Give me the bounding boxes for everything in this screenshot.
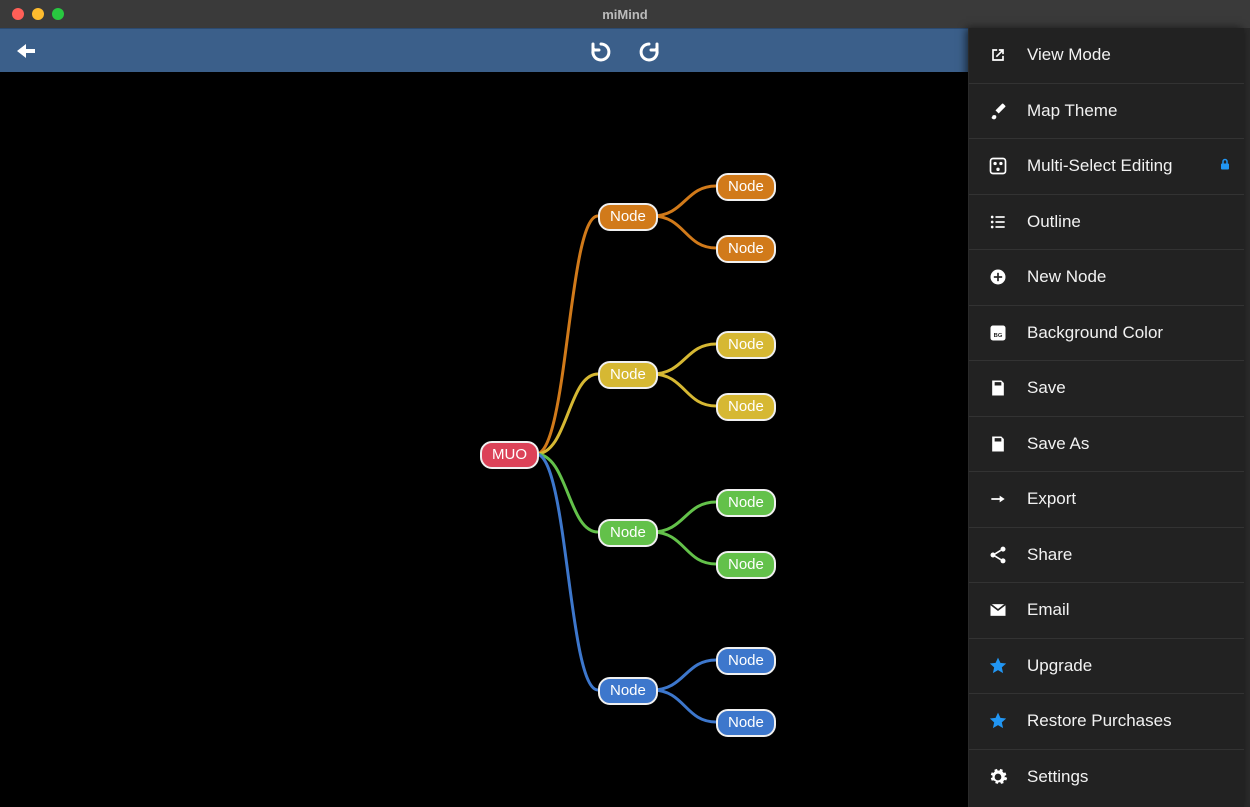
menu-item-label: Multi-Select Editing xyxy=(1027,156,1173,176)
plus-icon xyxy=(987,266,1009,288)
multi-icon xyxy=(987,155,1009,177)
window-minimize-button[interactable] xyxy=(32,8,44,20)
menu-item-settings[interactable]: Settings xyxy=(969,750,1244,806)
window-title: miMind xyxy=(0,7,1250,22)
bg-icon: BG xyxy=(987,322,1009,344)
floppy-icon xyxy=(987,433,1009,455)
leaf-node-blue-1[interactable]: Node xyxy=(716,709,776,737)
menu-item-share[interactable]: Share xyxy=(969,528,1244,584)
mail-icon xyxy=(987,599,1009,621)
branch-node-yellow[interactable]: Node xyxy=(598,361,658,389)
menu-item-label: Save As xyxy=(1027,434,1089,454)
menu-item-label: Export xyxy=(1027,489,1076,509)
branch-node-orange[interactable]: Node xyxy=(598,203,658,231)
mindmap-root-node[interactable]: MUO xyxy=(480,441,539,469)
leaf-node-orange-1[interactable]: Node xyxy=(716,235,776,263)
leaf-node-yellow-0[interactable]: Node xyxy=(716,331,776,359)
svg-text:BG: BG xyxy=(994,333,1003,339)
redo-button[interactable] xyxy=(637,39,661,63)
leaf-node-yellow-1[interactable]: Node xyxy=(716,393,776,421)
menu-item-label: New Node xyxy=(1027,267,1106,287)
leaf-node-green-0[interactable]: Node xyxy=(716,489,776,517)
menu-item-map-theme[interactable]: Map Theme xyxy=(969,84,1244,140)
lock-icon xyxy=(1220,159,1230,174)
menu-item-multi-select[interactable]: Multi-Select Editing xyxy=(969,139,1244,195)
overflow-menu: View Mode Map Theme Multi-Select Editing Ou… xyxy=(968,28,1244,807)
menu-item-background-color[interactable]: BG Background Color xyxy=(969,306,1244,362)
gear-icon xyxy=(987,766,1009,788)
menu-item-label: Settings xyxy=(1027,767,1088,787)
menu-item-label: Upgrade xyxy=(1027,656,1092,676)
window-titlebar: miMind xyxy=(0,0,1250,28)
menu-item-export[interactable]: Export xyxy=(969,472,1244,528)
window-zoom-button[interactable] xyxy=(52,8,64,20)
brush-icon xyxy=(987,100,1009,122)
traffic-lights xyxy=(0,8,64,20)
share-icon xyxy=(987,544,1009,566)
floppy-icon xyxy=(987,377,1009,399)
window-scrollbar[interactable] xyxy=(1244,28,1250,807)
external-icon xyxy=(987,44,1009,66)
window-close-button[interactable] xyxy=(12,8,24,20)
menu-item-restore[interactable]: Restore Purchases xyxy=(969,694,1244,750)
undo-icon xyxy=(589,39,613,63)
menu-item-label: Share xyxy=(1027,545,1072,565)
menu-item-label: Email xyxy=(1027,600,1070,620)
menu-item-save-as[interactable]: Save As xyxy=(969,417,1244,473)
star-icon xyxy=(987,710,1009,732)
leaf-node-orange-0[interactable]: Node xyxy=(716,173,776,201)
menu-item-label: Restore Purchases xyxy=(1027,711,1172,731)
menu-item-outline[interactable]: Outline xyxy=(969,195,1244,251)
leaf-node-green-1[interactable]: Node xyxy=(716,551,776,579)
menu-item-label: Background Color xyxy=(1027,323,1163,343)
menu-item-new-node[interactable]: New Node xyxy=(969,250,1244,306)
branch-node-green[interactable]: Node xyxy=(598,519,658,547)
redo-icon xyxy=(637,39,661,63)
menu-item-label: Save xyxy=(1027,378,1066,398)
menu-item-label: View Mode xyxy=(1027,45,1111,65)
back-arrow-icon xyxy=(14,41,38,61)
star-icon xyxy=(987,655,1009,677)
back-button[interactable] xyxy=(14,29,38,72)
menu-item-view-mode[interactable]: View Mode xyxy=(969,28,1244,84)
menu-item-label: Outline xyxy=(1027,212,1081,232)
menu-item-label: Map Theme xyxy=(1027,101,1117,121)
branch-node-blue[interactable]: Node xyxy=(598,677,658,705)
menu-item-email[interactable]: Email xyxy=(969,583,1244,639)
menu-item-save[interactable]: Save xyxy=(969,361,1244,417)
arrow-right-icon xyxy=(987,488,1009,510)
leaf-node-blue-0[interactable]: Node xyxy=(716,647,776,675)
undo-button[interactable] xyxy=(589,39,613,63)
menu-item-upgrade[interactable]: Upgrade xyxy=(969,639,1244,695)
list-icon xyxy=(987,211,1009,233)
